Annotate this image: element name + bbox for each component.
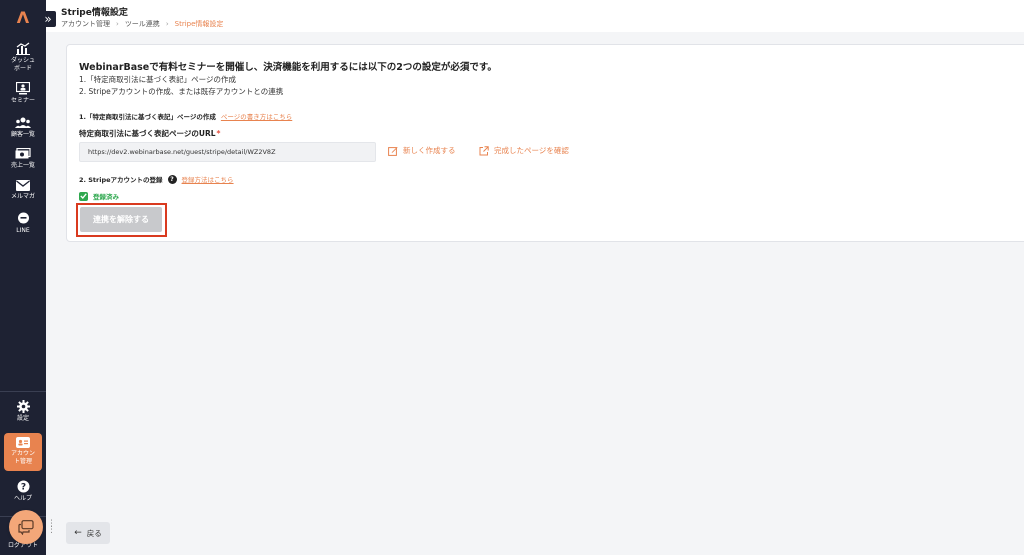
create-new-page-button[interactable]: 新しく作成する xyxy=(388,145,456,156)
gear-icon xyxy=(16,400,30,413)
sidebar-item-label: 顧客一覧 xyxy=(10,131,35,138)
sidebar-item-newsletter[interactable]: メルマガ xyxy=(0,180,46,201)
section-title-text: 2. Stripeアカウントの登録 xyxy=(79,176,163,184)
intro-heading: WebinarBaseで有料セミナーを開催し、決済機能を利用するには以下の2つの… xyxy=(79,62,497,73)
help-icon: ? xyxy=(17,480,29,493)
chart-icon xyxy=(16,42,30,55)
legal-url-label-text: 特定商取引法に基づく表記ページのURL xyxy=(79,129,216,138)
breadcrumb-item-current: Stripe情報設定 xyxy=(174,20,224,28)
sidebar-item-label: メルマガ xyxy=(10,193,35,200)
mail-icon xyxy=(16,180,30,191)
sidebar-item-help[interactable]: ? ヘルプ xyxy=(0,480,46,503)
account-icon xyxy=(16,437,30,448)
monitor-icon xyxy=(16,82,30,95)
requirement-item: 1.「特定商取引法に基づく表記」ページの作成 xyxy=(79,75,237,84)
stripe-registration-guide-link[interactable]: 登録方法はこちら xyxy=(182,174,234,184)
sidebar-item-label: 売上一覧 xyxy=(10,162,35,169)
section-legal-page-title: 1.「特定商取引法に基づく表記」ページの作成 ページの書き方はこちら xyxy=(79,111,292,121)
page-title: Stripe情報設定 xyxy=(61,8,128,18)
breadcrumb: アカウント管理 › ツール連携 › Stripe情報設定 xyxy=(61,19,223,29)
chat-icon xyxy=(18,519,34,535)
sidebar-item-label: セミナー xyxy=(10,97,35,104)
sidebar-item-dashboard[interactable]: ダッシュ ボード xyxy=(0,42,46,73)
sidebar-item-settings[interactable]: 設定 xyxy=(0,400,46,423)
view-completed-page-button[interactable]: 完成したページを確認 xyxy=(479,145,569,156)
back-button[interactable]: ← 戻る xyxy=(66,522,110,544)
external-link-icon xyxy=(479,145,489,155)
sidebar-item-label: アカウン ト管理 xyxy=(10,450,35,465)
drag-handle[interactable]: ⋮ ⋮ xyxy=(47,520,56,535)
sidebar-item-label: LINE xyxy=(16,227,30,234)
page-header: Stripe情報設定 アカウント管理 › ツール連携 › Stripe情報設定 xyxy=(46,0,1024,32)
chat-button[interactable] xyxy=(9,510,43,544)
sidebar-item-line[interactable]: LINE xyxy=(0,212,46,235)
breadcrumb-item-account[interactable]: アカウント管理 xyxy=(61,19,110,29)
legal-url-label: 特定商取引法に基づく表記ページのURL* xyxy=(79,128,220,139)
sidebar-item-sales[interactable]: 売上一覧 xyxy=(0,148,46,170)
svg-text:?: ? xyxy=(20,483,25,493)
arrow-left-icon: ← xyxy=(74,528,82,538)
chevron-right-icon: › xyxy=(116,20,119,28)
edit-icon xyxy=(388,146,398,156)
section-stripe-title: 2. Stripeアカウントの登録 ? 登録方法はこちら xyxy=(79,174,234,184)
disconnect-button[interactable]: 連携を解除する xyxy=(80,207,162,232)
create-new-page-label: 新しく作成する xyxy=(403,146,456,155)
users-icon xyxy=(15,117,31,128)
sidebar: Λ ダッシュ ボード セミナー 顧客一覧 売上一覧 メルマガ LINE 設定 ア… xyxy=(0,0,46,555)
sidebar-divider xyxy=(0,391,46,392)
view-completed-page-label: 完成したページを確認 xyxy=(494,146,569,155)
chevron-right-icon: › xyxy=(165,20,169,28)
sidebar-item-seminar[interactable]: セミナー xyxy=(0,82,46,105)
required-mark: * xyxy=(216,129,221,138)
help-icon[interactable]: ? xyxy=(167,174,177,184)
chevron-double-right-icon: » xyxy=(44,12,52,26)
sidebar-item-account[interactable]: アカウン ト管理 xyxy=(0,437,46,466)
status-label: 登録済み xyxy=(93,193,119,201)
check-icon xyxy=(79,191,88,201)
sidebar-toggle-button[interactable]: » xyxy=(40,11,56,27)
back-label: 戻る xyxy=(86,528,102,538)
legal-url-field[interactable] xyxy=(79,142,376,162)
money-icon xyxy=(15,148,31,159)
sidebar-item-label: ダッシュ ボード xyxy=(10,57,35,72)
section-title-text: 1.「特定商取引法に基づく表記」ページの作成 xyxy=(79,113,216,121)
sidebar-item-customers[interactable]: 顧客一覧 xyxy=(0,117,46,139)
stripe-settings-card: WebinarBaseで有料セミナーを開催し、決済機能を利用するには以下の2つの… xyxy=(66,44,1024,242)
sidebar-item-label: 設定 xyxy=(16,415,29,422)
requirement-item: 2. Stripeアカウントの作成、または既存アカウントとの連携 xyxy=(79,87,284,96)
sidebar-item-label: ヘルプ xyxy=(13,495,32,502)
breadcrumb-item-tools[interactable]: ツール連携 xyxy=(125,19,160,29)
registration-status: 登録済み xyxy=(79,191,119,201)
legal-page-guide-link[interactable]: ページの書き方はこちら xyxy=(221,111,292,121)
line-icon xyxy=(17,212,29,224)
